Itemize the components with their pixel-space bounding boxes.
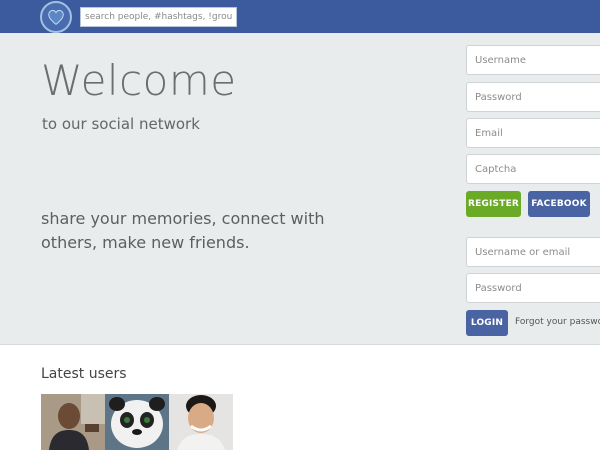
register-username-field[interactable] xyxy=(466,45,600,75)
facebook-button[interactable]: FACEBOOK xyxy=(528,191,590,217)
latest-users-heading: Latest users xyxy=(41,366,127,382)
tagline-text: share your memories, connect with others… xyxy=(41,209,325,252)
register-email-field[interactable] xyxy=(466,118,600,148)
user-avatar[interactable] xyxy=(169,394,233,450)
forgot-password-link[interactable]: Forgot your password? xyxy=(515,317,600,327)
page-subtitle: to our social network xyxy=(42,115,200,133)
login-username-field[interactable] xyxy=(466,237,600,267)
search-input[interactable] xyxy=(80,7,237,27)
latest-users-list xyxy=(41,394,233,450)
page-title: Welcome xyxy=(41,56,237,105)
heart-icon[interactable] xyxy=(40,1,72,33)
register-password-field[interactable] xyxy=(466,82,600,112)
user-avatar[interactable] xyxy=(41,394,105,450)
top-navigation-bar xyxy=(0,0,600,33)
captcha-field[interactable] xyxy=(466,154,600,184)
login-button[interactable]: LOGIN xyxy=(466,310,508,336)
login-password-field[interactable] xyxy=(466,273,600,303)
user-avatar[interactable] xyxy=(105,394,169,450)
register-button[interactable]: REGISTER xyxy=(466,191,521,217)
